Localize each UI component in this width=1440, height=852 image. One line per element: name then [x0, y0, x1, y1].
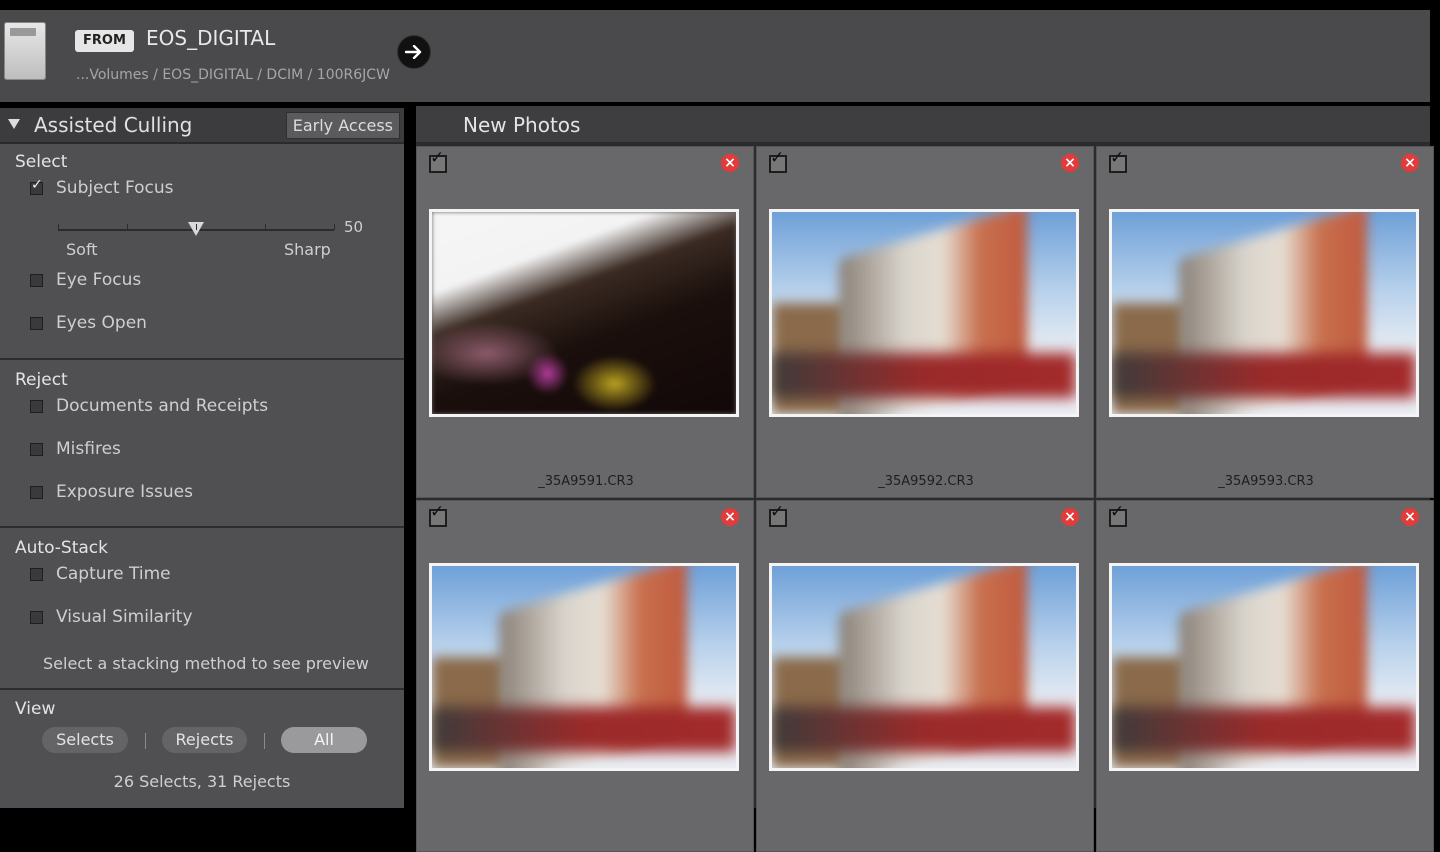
- subject-focus-option[interactable]: Subject Focus: [30, 177, 174, 198]
- capture-time-option[interactable]: Capture Time: [30, 564, 171, 584]
- photo-thumbnail[interactable]: [769, 563, 1079, 771]
- panel-title: Assisted Culling: [34, 113, 193, 137]
- photo-cell[interactable]: × _35A9592.CR3: [756, 146, 1094, 498]
- photo-thumbnail[interactable]: [429, 563, 739, 771]
- early-access-badge: Early Access: [285, 112, 400, 139]
- select-reject-counts: 26 Selects, 31 Rejects: [113, 772, 291, 791]
- photo-image: [772, 212, 1076, 414]
- photo-select-checkbox[interactable]: [1109, 148, 1127, 173]
- visual-similarity-label: Visual Similarity: [56, 607, 193, 627]
- photo-thumbnail[interactable]: [769, 209, 1079, 417]
- section-title-reject: Reject: [15, 370, 68, 390]
- close-icon[interactable]: ×: [1061, 508, 1079, 526]
- grid-header: New Photos: [416, 106, 1430, 142]
- photo-image: [432, 566, 736, 768]
- assisted-culling-panel: Assisted Culling Early Access Select Sub…: [0, 108, 404, 808]
- memory-card-icon: [4, 22, 46, 80]
- photo-image: [1112, 566, 1416, 768]
- misfires-option[interactable]: Misfires: [30, 439, 121, 459]
- eyes-open-checkbox[interactable]: [30, 316, 43, 330]
- source-name[interactable]: EOS_DIGITAL: [146, 26, 275, 50]
- triangle-down-icon[interactable]: [8, 119, 20, 129]
- slider-tick: [265, 224, 266, 230]
- exposure-label: Exposure Issues: [56, 482, 193, 502]
- photo-thumbnail[interactable]: [1109, 563, 1419, 771]
- exposure-checkbox[interactable]: [30, 485, 43, 499]
- slider-tick: [127, 224, 128, 230]
- capture-time-label: Capture Time: [56, 564, 171, 584]
- eye-focus-option[interactable]: Eye Focus: [30, 270, 141, 290]
- close-icon[interactable]: ×: [1061, 154, 1079, 172]
- view-selects-button[interactable]: Selects: [42, 727, 128, 753]
- misfires-label: Misfires: [56, 439, 121, 459]
- slider-max-label: Sharp: [284, 240, 331, 259]
- slider-tick: [196, 224, 197, 230]
- photo-filename: _35A9593.CR3: [1218, 474, 1314, 489]
- autostack-hint: Select a stacking method to see preview: [43, 654, 369, 673]
- close-icon[interactable]: ×: [721, 508, 739, 526]
- eyes-open-option[interactable]: Eyes Open: [30, 313, 147, 333]
- subject-focus-label: Subject Focus: [56, 178, 174, 198]
- photo-filename: _35A9591.CR3: [538, 474, 634, 489]
- section-title-select: Select: [15, 152, 68, 172]
- documents-checkbox[interactable]: [30, 399, 43, 413]
- visual-similarity-checkbox[interactable]: [30, 610, 43, 624]
- slider-min-label: Soft: [66, 240, 98, 259]
- eyes-open-label: Eyes Open: [56, 313, 147, 333]
- panel-header[interactable]: Assisted Culling Early Access: [0, 108, 404, 144]
- documents-label: Documents and Receipts: [56, 396, 269, 416]
- from-badge: FROM: [75, 30, 134, 52]
- photo-filename: _35A9592.CR3: [878, 474, 974, 489]
- section-title-view: View: [15, 699, 56, 719]
- subject-focus-value: 50: [344, 218, 364, 236]
- eye-focus-label: Eye Focus: [56, 270, 142, 290]
- slider-tick: [58, 224, 59, 230]
- photo-cell[interactable]: ×: [1096, 500, 1434, 852]
- eye-focus-checkbox[interactable]: [30, 273, 43, 287]
- close-icon[interactable]: ×: [1401, 154, 1419, 172]
- source-path: ...Volumes / EOS_DIGITAL / DCIM / 100R6J…: [76, 67, 390, 83]
- photo-select-checkbox[interactable]: [429, 502, 447, 527]
- exposure-option[interactable]: Exposure Issues: [30, 482, 193, 502]
- source-header: FROM EOS_DIGITAL ...Volumes / EOS_DIGITA…: [0, 10, 1430, 102]
- photo-select-checkbox[interactable]: [429, 148, 447, 173]
- slider-tick: [334, 224, 335, 230]
- go-button[interactable]: [397, 35, 431, 69]
- arrow-right-icon: [405, 45, 422, 59]
- photo-image: [772, 566, 1076, 768]
- photo-grid-area: New Photos × _35A9591.CR3 × _35A9592.CR3 × _3…: [416, 106, 1434, 852]
- view-rejects-button[interactable]: Rejects: [162, 727, 247, 753]
- select-section: Select Subject Focus 50 Soft Sharp Eye F…: [0, 144, 404, 360]
- photo-thumbnail[interactable]: [1109, 209, 1419, 417]
- autostack-section: Auto-Stack Capture Time Visual Similarit…: [0, 528, 404, 690]
- documents-option[interactable]: Documents and Receipts: [30, 396, 268, 416]
- reject-section: Reject Documents and Receipts Misfires E…: [0, 360, 404, 528]
- photo-select-checkbox[interactable]: [1109, 502, 1127, 527]
- grid-title: New Photos: [463, 113, 581, 137]
- photo-image: [1112, 212, 1416, 414]
- photo-cell[interactable]: × _35A9593.CR3: [1096, 146, 1434, 498]
- subject-focus-checkbox[interactable]: [30, 177, 43, 195]
- visual-similarity-option[interactable]: Visual Similarity: [30, 607, 193, 627]
- capture-time-checkbox[interactable]: [30, 567, 43, 581]
- photo-select-checkbox[interactable]: [769, 502, 787, 527]
- photo-cell[interactable]: ×: [416, 500, 754, 852]
- misfires-checkbox[interactable]: [30, 442, 43, 456]
- view-separator: [264, 733, 265, 749]
- photo-select-checkbox[interactable]: [769, 148, 787, 173]
- photo-cell[interactable]: ×: [756, 500, 1094, 852]
- view-separator: [145, 733, 146, 749]
- close-icon[interactable]: ×: [1401, 508, 1419, 526]
- section-title-autostack: Auto-Stack: [15, 538, 108, 558]
- photo-thumbnail[interactable]: [429, 209, 739, 417]
- photo-image: [432, 212, 736, 414]
- photo-cell[interactable]: × _35A9591.CR3: [416, 146, 754, 498]
- view-all-button[interactable]: All: [281, 727, 367, 753]
- close-icon[interactable]: ×: [721, 154, 739, 172]
